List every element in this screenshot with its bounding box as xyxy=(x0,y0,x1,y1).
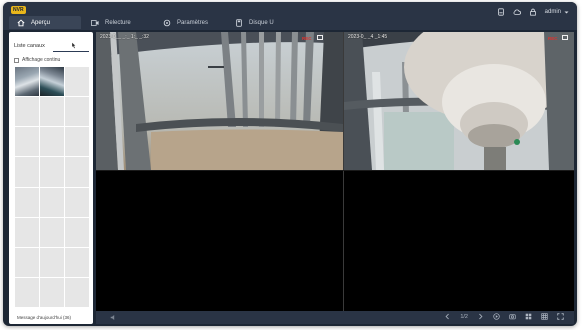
main-tabs: Aperçu Relecture Paramètres Disque U xyxy=(9,16,297,29)
continuous-display-label: Affichage continu xyxy=(22,57,61,63)
channel-slot[interactable] xyxy=(15,277,39,307)
snapshot-icon[interactable] xyxy=(509,313,516,320)
channel-slot[interactable] xyxy=(65,67,89,97)
channel-slot[interactable] xyxy=(65,187,89,217)
channel-slot[interactable] xyxy=(15,247,39,277)
continuous-display-checkbox[interactable]: Affichage continu xyxy=(14,57,60,63)
user-menu[interactable]: admin xyxy=(545,9,569,15)
channel-thumbnail[interactable] xyxy=(40,67,64,97)
channel-thumbnail[interactable] xyxy=(15,67,39,97)
layout-9-icon[interactable] xyxy=(541,313,548,320)
camera-tile-1[interactable]: 2023-0__ _:_ 1:_ _:32 REC xyxy=(96,32,343,170)
view-controls: 1/2 xyxy=(444,313,564,320)
channel-list-title: Liste canaux xyxy=(14,43,45,49)
camera-tile-4[interactable] xyxy=(344,171,574,311)
camera-1-rec-indicator: REC xyxy=(302,36,312,41)
channel-slot[interactable] xyxy=(40,247,64,277)
channel-sidebar: Liste canaux Affichage continu Message d… xyxy=(9,32,93,324)
page-indicator: 1/2 xyxy=(460,313,468,320)
app-window: NVR Aperçu Relecture Paramètres Disque U xyxy=(3,2,577,326)
playback-icon xyxy=(91,19,99,26)
cursor-icon xyxy=(72,42,76,49)
camera-2-rec-indicator: REC xyxy=(548,36,558,41)
channel-slot[interactable] xyxy=(65,97,89,127)
next-page-icon[interactable] xyxy=(477,313,484,320)
camera-2-channel-icon[interactable] xyxy=(562,35,568,40)
logo-badge: NVR xyxy=(11,5,26,14)
tab-apercu[interactable]: Aperçu xyxy=(9,16,81,29)
channel-slot[interactable] xyxy=(40,157,64,187)
disk-icon xyxy=(236,18,242,27)
channel-slot[interactable] xyxy=(15,187,39,217)
camera-tile-2[interactable]: 2023-0_ _4 _1:45 REC xyxy=(344,32,574,170)
fullscreen-icon[interactable] xyxy=(557,313,564,320)
camera-1-channel-icon[interactable] xyxy=(317,35,323,40)
tab-relecture[interactable]: Relecture xyxy=(81,16,155,29)
tab-parametres[interactable]: Paramètres xyxy=(155,16,227,29)
tab-disque-u-label: Disque U xyxy=(249,19,274,26)
channel-slot[interactable] xyxy=(15,97,39,127)
settings-icon xyxy=(163,19,171,26)
channel-slot[interactable] xyxy=(40,217,64,247)
app-logo: NVR xyxy=(11,5,28,14)
channel-slot[interactable] xyxy=(15,157,39,187)
channel-slot[interactable] xyxy=(40,127,64,157)
playback-icon[interactable] xyxy=(493,313,500,320)
cloud-icon[interactable] xyxy=(513,8,521,16)
lock-icon[interactable] xyxy=(529,8,537,16)
channel-slot[interactable] xyxy=(15,127,39,157)
tab-apercu-label: Aperçu xyxy=(31,19,51,26)
record-icon[interactable] xyxy=(497,8,505,16)
user-name: admin xyxy=(544,9,561,15)
bottom-toolbar: 1/2 xyxy=(96,311,574,324)
tab-disque-u[interactable]: Disque U xyxy=(227,16,297,29)
camera-2-feed xyxy=(344,32,574,170)
camera-tile-3[interactable] xyxy=(96,171,343,311)
channel-slot[interactable] xyxy=(65,277,89,307)
top-bar: NVR Aperçu Relecture Paramètres Disque U xyxy=(3,2,577,30)
channel-grid xyxy=(15,67,89,307)
channel-slot[interactable] xyxy=(65,127,89,157)
today-messages[interactable]: Message d'aujourd'hui (36) xyxy=(17,315,71,320)
camera-1-timestamp: 2023-0__ _:_ 1:_ _:32 xyxy=(100,34,149,40)
home-icon xyxy=(17,19,25,26)
channel-slot[interactable] xyxy=(40,97,64,127)
channel-slot[interactable] xyxy=(40,277,64,307)
camera-2-timestamp: 2023-0_ _4 _1:45 xyxy=(348,34,388,40)
audio-icon[interactable] xyxy=(110,314,117,321)
channel-slot[interactable] xyxy=(65,157,89,187)
channel-slot[interactable] xyxy=(40,187,64,217)
tab-relecture-label: Relecture xyxy=(105,19,131,26)
tile-divider-horizontal xyxy=(96,170,574,171)
channel-slot[interactable] xyxy=(65,247,89,277)
tab-parametres-label: Paramètres xyxy=(177,19,209,26)
channel-slot[interactable] xyxy=(65,217,89,247)
chevron-down-icon xyxy=(564,11,569,13)
checkbox-box[interactable] xyxy=(14,57,19,63)
prev-page-icon[interactable] xyxy=(444,313,451,320)
tile-divider-vertical xyxy=(343,32,344,311)
top-right-controls: admin xyxy=(497,8,569,16)
live-view: 2023-0__ _:_ 1:_ _:32 REC 2023-0_ _4 _1:… xyxy=(96,32,574,311)
camera-1-feed xyxy=(96,32,343,170)
channel-slot[interactable] xyxy=(15,217,39,247)
layout-4-icon[interactable] xyxy=(525,313,532,320)
channel-list-underline xyxy=(53,51,89,52)
